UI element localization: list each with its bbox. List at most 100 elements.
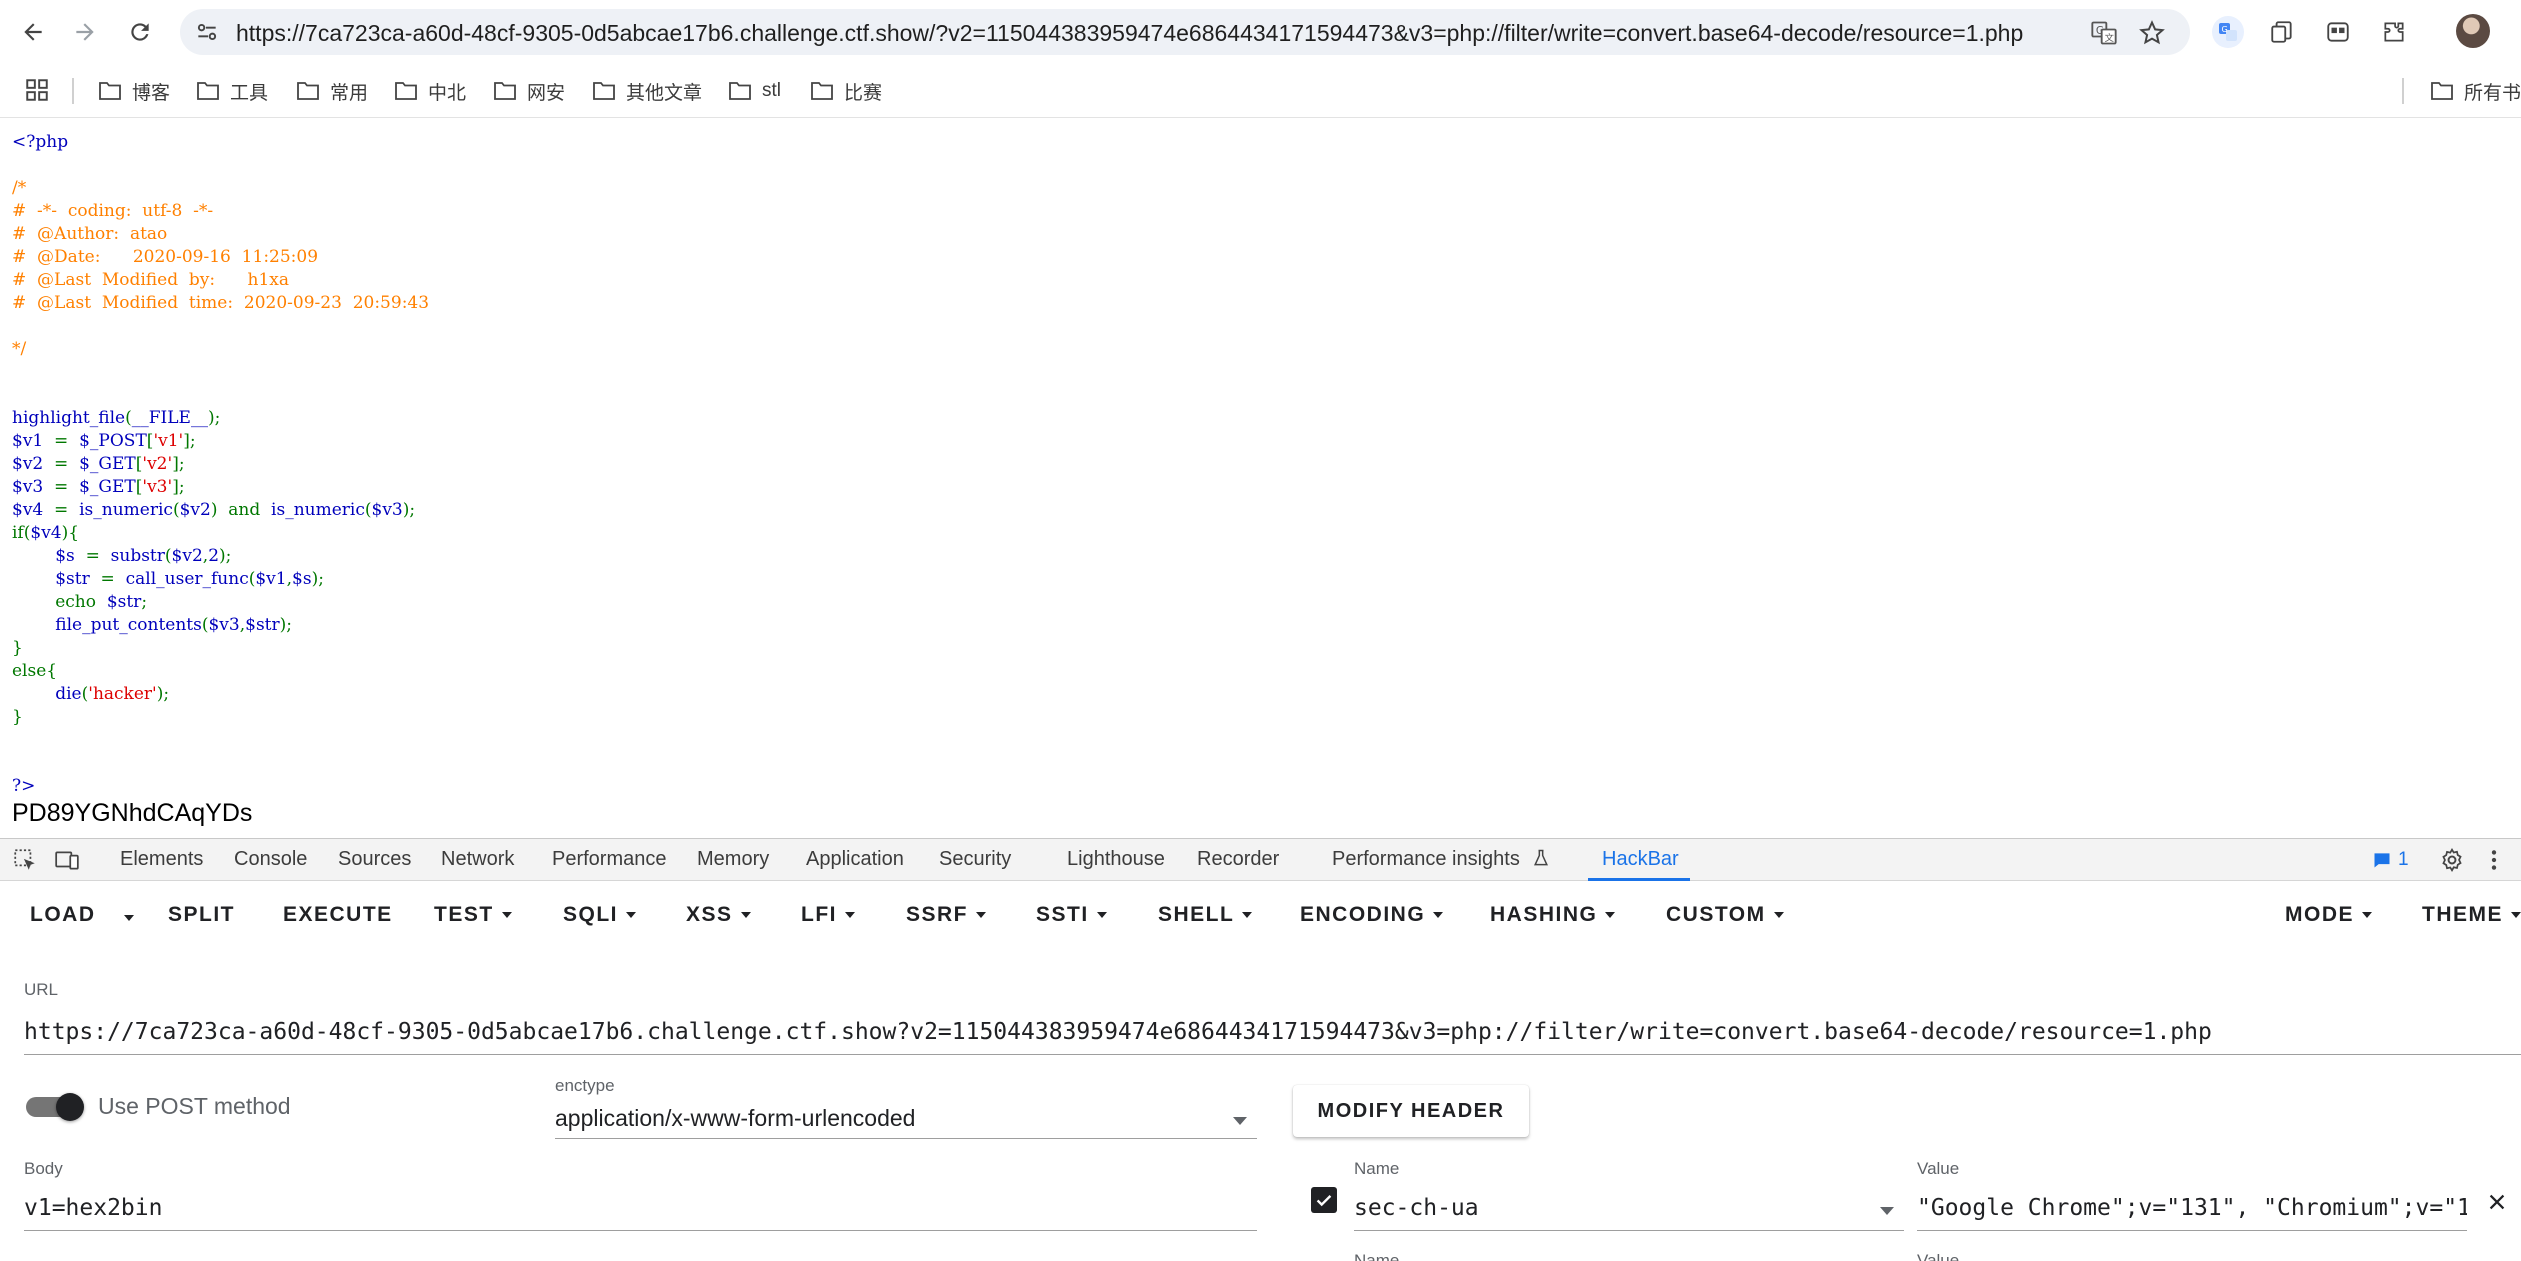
code-token: $v4 (12, 500, 55, 520)
bookmark-folder[interactable]: 工具 (196, 76, 268, 106)
sqli-menu-button[interactable]: SQLI (563, 903, 637, 927)
split-button[interactable]: SPLIT (168, 903, 235, 927)
code-token: ]; (172, 454, 185, 474)
modify-header-button[interactable]: MODIFY HEADER (1293, 1085, 1529, 1137)
folder-icon (593, 82, 615, 100)
translate-icon[interactable]: G 文 (2090, 19, 2118, 47)
bookmark-folder[interactable]: 比赛 (810, 76, 882, 106)
load-button[interactable]: LOAD (30, 903, 96, 927)
address-bar[interactable]: https://7ca723ca-a60d-48cf-9305-0d5abcae… (180, 9, 2190, 55)
code-token: ); (402, 500, 416, 520)
code-token: ( (364, 500, 372, 520)
bookmarks-separator (2402, 78, 2404, 104)
translate-extension-icon[interactable]: G (2212, 16, 2244, 48)
address-url[interactable]: https://7ca723ca-a60d-48cf-9305-0d5abcae… (236, 20, 2056, 47)
svg-text:G: G (2222, 25, 2228, 34)
settings-gear-icon[interactable] (2439, 847, 2465, 873)
code-token: $v4 (30, 523, 62, 543)
bookmark-folder[interactable]: 其他文章 (592, 76, 702, 106)
svg-text:文: 文 (2105, 32, 2114, 44)
load-dropdown-caret[interactable] (124, 915, 134, 921)
encoding-menu-button[interactable]: ENCODING (1300, 903, 1444, 927)
bookmark-folder[interactable]: 博客 (98, 76, 170, 106)
issues-counter[interactable]: 1 (2372, 847, 2409, 873)
enctype-select[interactable]: application/x-www-form-urlencoded (555, 1103, 1257, 1139)
shell-menu-button[interactable]: SHELL (1158, 903, 1253, 927)
code-token: # @Last Modified by: h1xa (12, 270, 290, 290)
test-menu-button[interactable]: TEST (434, 903, 512, 927)
bookmark-folder[interactable]: 常用 (296, 76, 368, 106)
checkmark-icon (1316, 1195, 1332, 1207)
code-token: ( (164, 546, 172, 566)
code-token: __FILE__ (131, 408, 208, 428)
body-label: Body (24, 1159, 63, 1178)
all-bookmarks-folder[interactable]: 所有书 (2430, 76, 2521, 106)
site-info-icon[interactable] (194, 19, 220, 45)
execute-button[interactable]: EXECUTE (283, 903, 393, 927)
code-line: # @Author: atao (12, 223, 429, 246)
code-line: } (12, 706, 429, 729)
inspect-element-icon[interactable] (12, 847, 38, 873)
code-token: $v3 (371, 500, 403, 520)
bookmark-folder[interactable]: 中北 (394, 76, 466, 106)
hashing-menu-button[interactable]: HASHING (1490, 903, 1616, 927)
bookmark-folder[interactable]: 网安 (493, 76, 565, 106)
tab-application[interactable]: Application (806, 848, 904, 871)
media-extension-icon[interactable] (2322, 16, 2354, 48)
extensions-puzzle-icon[interactable] (2378, 16, 2410, 48)
custom-menu-button[interactable]: CUSTOM (1666, 903, 1784, 927)
theme-menu-button[interactable]: THEME (2422, 903, 2521, 927)
code-token: ]; (172, 477, 185, 497)
device-toolbar-icon[interactable] (54, 847, 80, 873)
use-post-toggle[interactable] (26, 1093, 84, 1121)
reload-button[interactable] (120, 12, 160, 52)
back-button[interactable] (13, 12, 53, 52)
code-line: # @Last Modified by: h1xa (12, 269, 429, 292)
code-token: file_put_contents (55, 615, 202, 635)
ssti-menu-button[interactable]: SSTI (1036, 903, 1107, 927)
code-token: 'v1' (153, 431, 184, 451)
tab-sources[interactable]: Sources (338, 848, 411, 871)
profile-avatar[interactable] (2456, 14, 2490, 48)
tab-performance-insights[interactable]: Performance insights (1332, 848, 1551, 871)
tab-lighthouse[interactable]: Lighthouse (1067, 848, 1165, 871)
forward-button[interactable] (65, 12, 105, 52)
code-token: ); (156, 684, 170, 704)
apps-grid-icon[interactable] (24, 77, 50, 103)
tab-network[interactable]: Network (441, 848, 514, 871)
arrow-right-icon (76, 23, 94, 41)
folder-icon (729, 82, 751, 100)
mode-menu-button[interactable]: MODE (2285, 903, 2372, 927)
tab-hackbar[interactable]: HackBar (1602, 848, 1679, 871)
bookmark-star-icon[interactable] (2138, 19, 2166, 47)
code-line: $str = call_user_func($v1,$s); (12, 568, 429, 591)
folder-icon (197, 82, 219, 100)
more-options-icon[interactable] (2481, 847, 2507, 873)
tab-memory[interactable]: Memory (697, 848, 769, 871)
tab-security[interactable]: Security (939, 848, 1011, 871)
tab-console[interactable]: Console (234, 848, 307, 871)
lfi-menu-button[interactable]: LFI (801, 903, 855, 927)
code-token: ); (207, 408, 221, 428)
copy-extension-icon[interactable] (2266, 16, 2298, 48)
xss-menu-button[interactable]: XSS (686, 903, 751, 927)
post-body-input[interactable]: v1=hex2bin (24, 1185, 1257, 1231)
use-post-label: Use POST method (98, 1093, 291, 1119)
header-name-select[interactable]: sec-ch-ua (1354, 1185, 1904, 1231)
bookmark-folder[interactable]: stl (728, 76, 781, 106)
hackbar-toolbar: LOAD SPLIT EXECUTE TEST SQLI XSS LFI SSR… (0, 881, 2521, 951)
header-value-input[interactable]: "Google Chrome";v="131", "Chromium";v="1… (1917, 1185, 2467, 1231)
code-token: ]; (183, 431, 196, 451)
hackbar-url-input[interactable]: https://7ca723ca-a60d-48cf-9305-0d5abcae… (24, 1009, 2521, 1055)
tab-performance[interactable]: Performance (552, 848, 667, 871)
header-enabled-checkbox[interactable] (1311, 1187, 1337, 1213)
tab-elements[interactable]: Elements (120, 848, 203, 871)
arrow-left-icon (24, 23, 42, 41)
ssrf-menu-button[interactable]: SSRF (906, 903, 987, 927)
tab-recorder[interactable]: Recorder (1197, 848, 1279, 871)
code-token: 'v3' (142, 477, 173, 497)
devtools-tab-bar: Elements Console Sources Network Perform… (0, 839, 2521, 881)
close-icon[interactable] (2486, 1191, 2508, 1213)
